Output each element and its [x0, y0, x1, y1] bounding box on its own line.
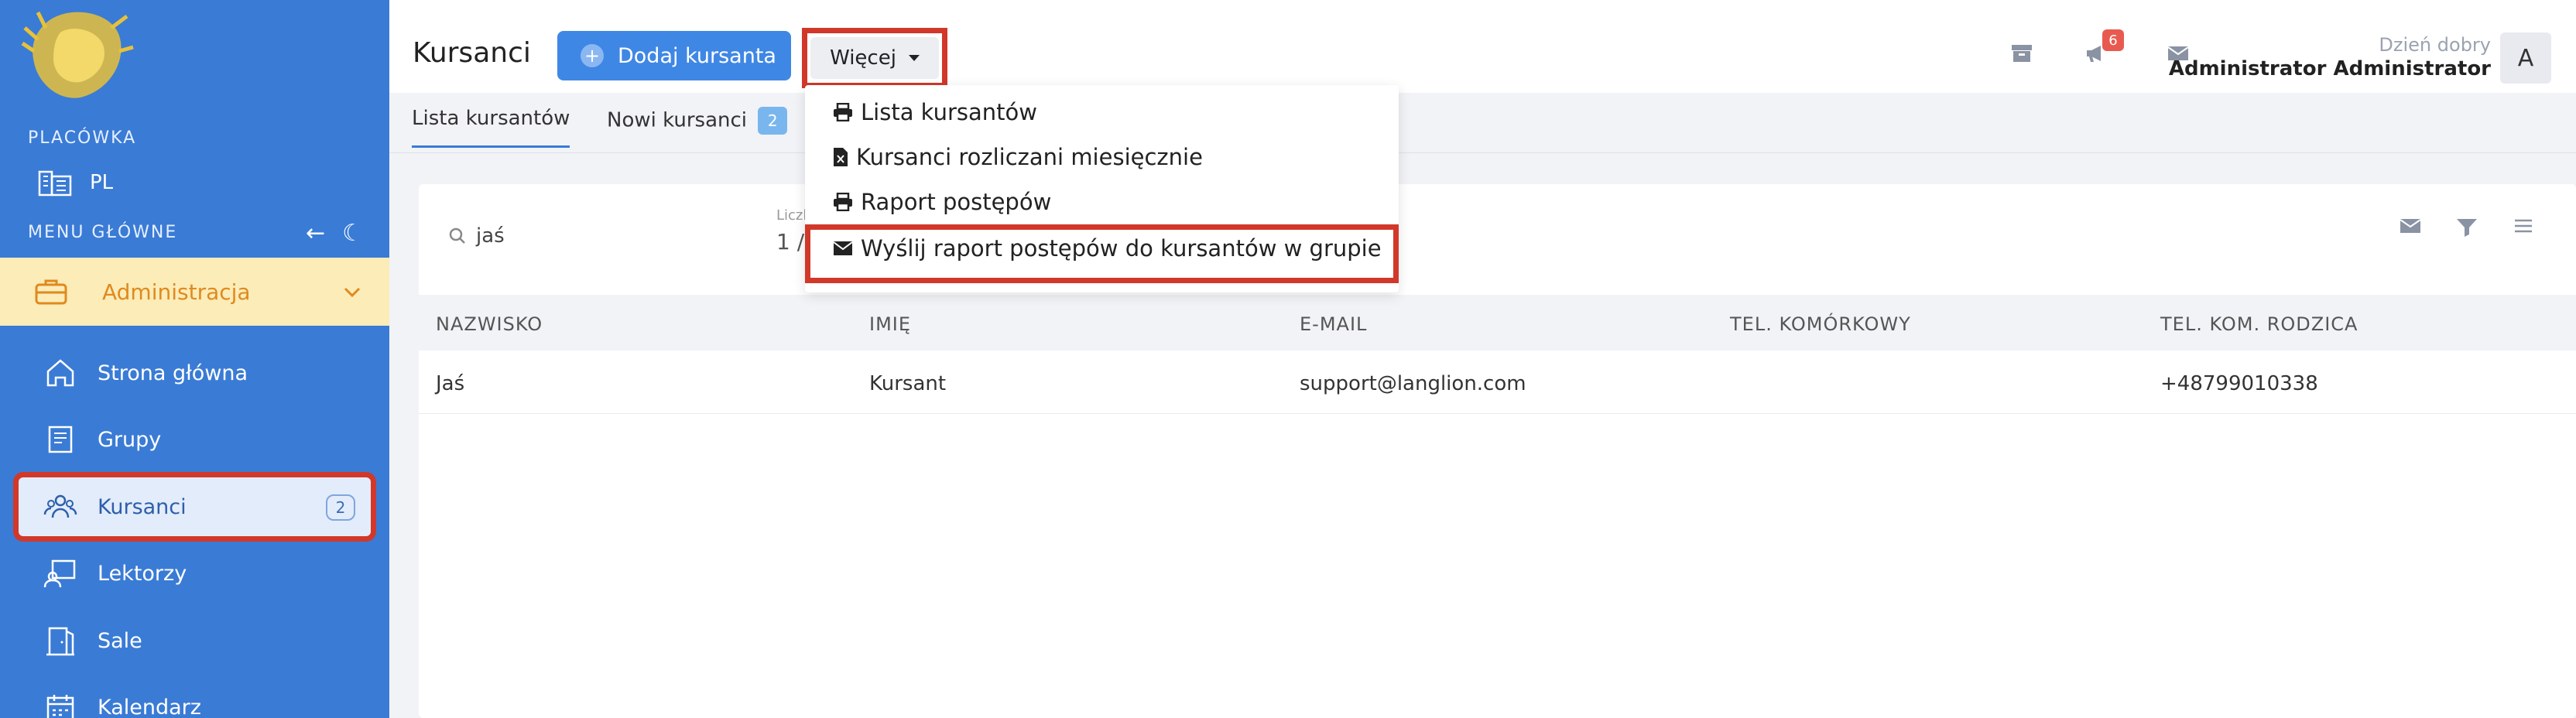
page-title: Kursanci	[413, 37, 531, 69]
menu-item-wyslij-raport-postepow[interactable]: Wyślij raport postępów do kursantów w gr…	[833, 235, 1382, 262]
add-student-label: Dodaj kursanta	[618, 43, 776, 68]
column-header-tel-kom-rodzica[interactable]: TEL. KOM. RODZICA	[2160, 313, 2358, 335]
sidebar-item-label: Sale	[98, 628, 142, 653]
sidebar: PLACÓWKA PL MENU GŁÓWNE ← ☾ Administracj…	[0, 0, 389, 718]
sidebar-item-label: Grupy	[98, 427, 162, 452]
count-value: 1 /	[776, 229, 805, 255]
kursanci-count-badge: 2	[326, 494, 355, 521]
teacher-icon	[43, 559, 76, 588]
sidebar-item-label: Lektorzy	[98, 561, 187, 586]
sidebar-item-sale[interactable]: Sale	[19, 611, 371, 670]
home-icon	[46, 359, 74, 387]
sidebar-item-kursanci[interactable]: Kursanci 2	[19, 477, 371, 536]
tab-lista-kursantow[interactable]: Lista kursantów	[412, 107, 570, 148]
card-toolbar	[2400, 217, 2534, 237]
menu-item-raport-postepow[interactable]: Raport postępów	[833, 189, 1051, 215]
administracja-label: Administracja	[102, 279, 251, 305]
sidebar-item-strona-glowna[interactable]: Strona główna	[19, 344, 371, 402]
menu-controls: ← ☾	[306, 220, 363, 247]
cell-email[interactable]: support@langlion.com	[1300, 372, 1526, 395]
section-label-placowka: PLACÓWKA	[28, 128, 137, 148]
users-icon	[43, 494, 77, 518]
sidebar-item-grupy[interactable]: Grupy	[19, 410, 371, 469]
greeting-text: Dzień dobry	[2379, 34, 2491, 56]
search-icon	[449, 227, 465, 244]
building-icon	[38, 170, 72, 197]
user-greeting: Dzień dobry Administrator Administrator	[2169, 34, 2491, 80]
cell-tel-kom-rodzica: +48799010338	[2160, 372, 2318, 395]
tab-nowi-kursanci[interactable]: Nowi kursanci 2	[607, 107, 788, 135]
table-header: NAZWISKO IMIĘ E-MAIL TEL. KOMÓRKOWY TEL.…	[419, 295, 2576, 350]
tab-count-badge: 2	[758, 107, 788, 135]
envelope-icon[interactable]	[2400, 217, 2421, 235]
menu-item-lista-kursantow[interactable]: Lista kursantów	[833, 99, 1037, 125]
cell-imie: Kursant	[869, 372, 947, 395]
menu-item-label: Lista kursantów	[861, 99, 1037, 125]
chevron-down-icon	[344, 287, 361, 298]
briefcase-icon	[35, 279, 67, 305]
menu-item-label: Wyślij raport postępów do kursantów w gr…	[861, 235, 1382, 262]
placowka-value: PL	[90, 171, 114, 194]
add-student-button[interactable]: + Dodaj kursanta	[557, 31, 791, 80]
more-dropdown-menu: Lista kursantów Kursanci rozliczani mies…	[805, 85, 1399, 292]
sidebar-item-label: Kursanci	[98, 494, 187, 519]
user-name: Administrator Administrator	[2168, 57, 2491, 80]
menu-item-label: Kursanci rozliczani miesięcznie	[856, 144, 1203, 170]
printer-icon	[834, 193, 852, 211]
filter-icon[interactable]	[2455, 217, 2478, 237]
excel-file-icon	[834, 148, 848, 166]
sidebar-item-lektorzy[interactable]: Lektorzy	[19, 544, 371, 603]
section-label-menu: MENU GŁÓWNE	[28, 223, 178, 242]
table-row[interactable]: Jaś Kursant support@langlion.com +487990…	[419, 350, 2576, 414]
column-header-imie[interactable]: IMIĘ	[869, 313, 911, 335]
notifications-count-badge: 6	[2102, 29, 2124, 51]
sidebar-item-label: Strona główna	[98, 361, 248, 385]
collapse-arrow-icon[interactable]: ←	[306, 220, 325, 247]
more-button-highlight: Więcej	[802, 28, 947, 88]
printer-icon	[834, 103, 852, 121]
top-bar: Kursanci + Dodaj kursanta Więcej 6 Dzień…	[389, 0, 2576, 93]
sidebar-item-administracja[interactable]: Administracja	[0, 258, 389, 326]
lion-logo-icon[interactable]	[19, 5, 135, 105]
menu-icon[interactable]	[2513, 217, 2534, 235]
tab-bar: Lista kursantów Nowi kursanci 2	[389, 93, 2576, 153]
menu-item-label: Raport postępów	[861, 189, 1052, 215]
envelope-icon	[833, 241, 853, 255]
door-icon	[46, 627, 74, 656]
avatar[interactable]: A	[2500, 32, 2551, 84]
column-header-email[interactable]: E-MAIL	[1300, 313, 1367, 335]
placowka-selector[interactable]: PL	[37, 169, 113, 197]
more-dropdown-button[interactable]: Więcej	[810, 37, 939, 79]
dark-mode-moon-icon[interactable]: ☾	[342, 220, 363, 247]
book-icon	[48, 426, 73, 453]
menu-item-kursanci-rozliczani-miesiecznie[interactable]: Kursanci rozliczani miesięcznie	[833, 144, 1203, 170]
calendar-icon	[46, 695, 74, 718]
search-field[interactable]: jaś	[448, 224, 505, 248]
column-header-nazwisko[interactable]: NAZWISKO	[436, 313, 543, 335]
plus-circle-icon: +	[581, 44, 604, 67]
sidebar-item-label: Kalendarz	[98, 695, 201, 718]
tab-label: Lista kursantów	[412, 107, 570, 130]
search-value: jaś	[476, 224, 505, 248]
column-header-tel-komorkowy[interactable]: TEL. KOMÓRKOWY	[1730, 313, 1911, 335]
sidebar-item-kalendarz[interactable]: Kalendarz	[19, 678, 371, 718]
archive-icon[interactable]	[2010, 43, 2033, 63]
caret-down-icon	[908, 55, 920, 61]
cell-nazwisko: Jaś	[436, 372, 465, 395]
students-list-card: jaś Liczb 1 / NAZWISKO IMIĘ E-MAIL TEL. …	[419, 184, 2576, 718]
more-button-label: Więcej	[830, 46, 896, 70]
tab-label: Nowi kursanci	[607, 108, 748, 132]
